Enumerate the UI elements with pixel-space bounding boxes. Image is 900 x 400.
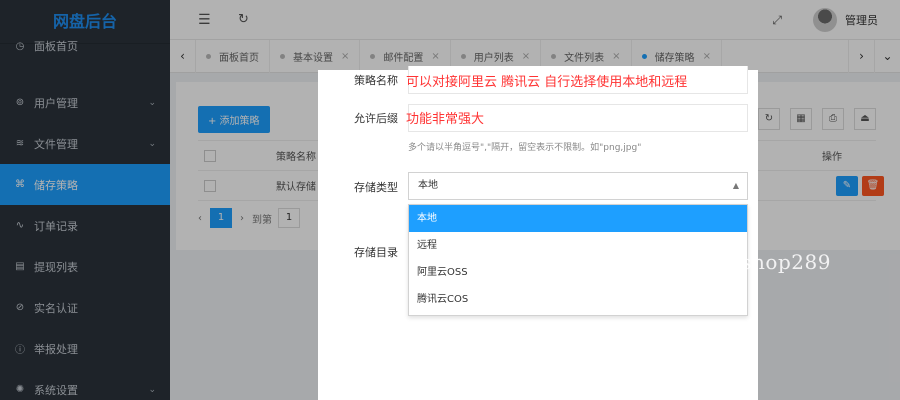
storage-type-dropdown: 本地 远程 阿里云OSS 腾讯云COS xyxy=(408,204,748,316)
suffix-label: 允许后缀 xyxy=(354,112,398,125)
policy-modal: 策略名称 可以对接阿里云 腾讯云 自行选择使用本地和远程 允许后缀 功能非常强大… xyxy=(318,66,758,400)
storage-type-select[interactable]: 本地 ▲ xyxy=(408,172,748,200)
option-3[interactable]: 腾讯云COS xyxy=(409,286,747,313)
suffix-hint: 多个请以半角逗号","隔开，留空表示不限制。如"png,jpg" xyxy=(408,143,642,153)
type-label: 存储类型 xyxy=(354,181,398,194)
promo-text-2: 功能非常强大 xyxy=(406,112,485,127)
option-2[interactable]: 阿里云OSS xyxy=(409,259,747,286)
caret-up-icon: ▲ xyxy=(732,181,739,190)
promo-text-1: 可以对接阿里云 腾讯云 自行选择使用本地和远程 xyxy=(406,75,688,90)
option-1[interactable]: 远程 xyxy=(409,232,747,259)
dir-label: 存储目录 xyxy=(354,246,398,259)
option-0[interactable]: 本地 xyxy=(409,205,747,232)
name-label: 策略名称 xyxy=(354,74,398,87)
select-value: 本地 xyxy=(418,180,438,191)
